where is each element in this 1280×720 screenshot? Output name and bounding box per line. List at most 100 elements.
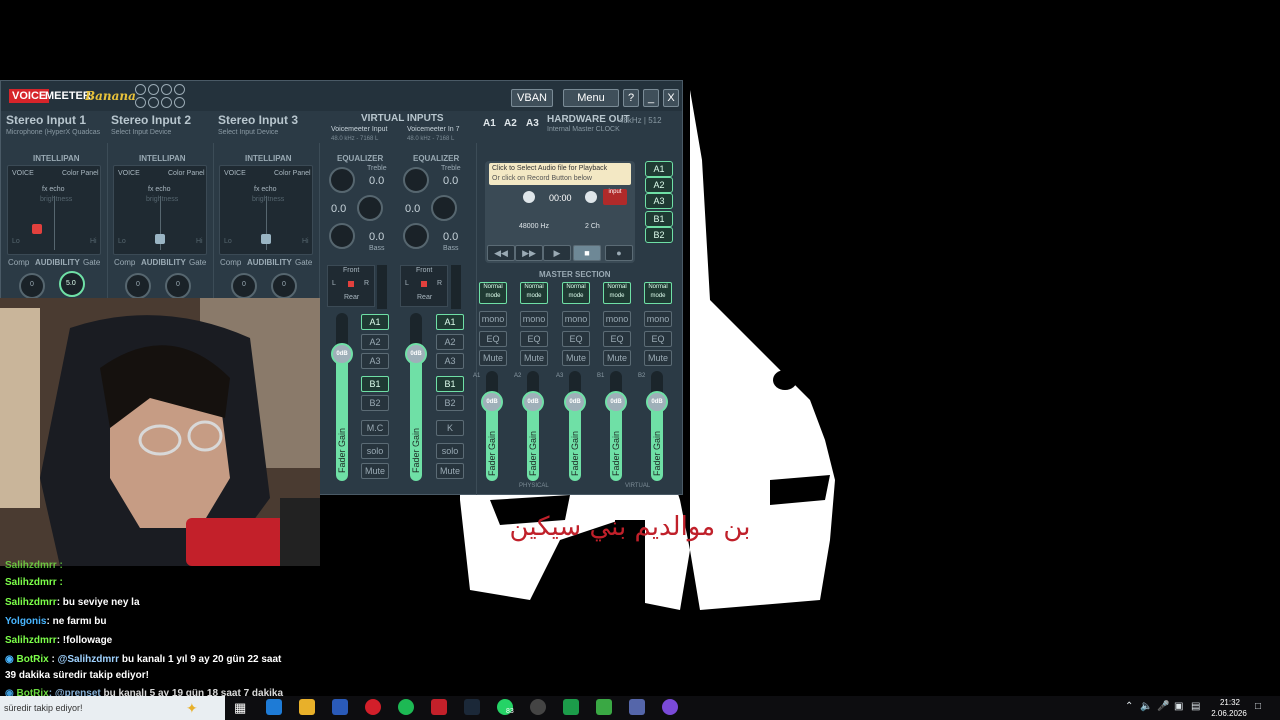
opera-icon[interactable] <box>365 699 381 715</box>
tape-input-button[interactable]: input <box>603 189 627 205</box>
strip-a2-button[interactable]: A2 <box>361 334 389 350</box>
comp-knob[interactable]: 0 <box>231 273 257 299</box>
clock-date[interactable]: 2.06.2026 <box>1206 709 1252 718</box>
spotify-icon[interactable] <box>398 699 414 715</box>
mute-button[interactable]: Mute <box>520 350 548 366</box>
solo-button[interactable]: solo <box>361 443 389 459</box>
pan-cursor[interactable] <box>155 234 165 244</box>
pan-cursor[interactable] <box>261 234 271 244</box>
input1-title[interactable]: Stereo Input 1 <box>6 113 86 127</box>
normal-mode-button[interactable]: Normal mode <box>479 282 507 304</box>
mid-knob[interactable] <box>431 195 457 221</box>
mute-button[interactable]: Mute <box>644 350 672 366</box>
audibility-knob[interactable]: 5.0 <box>59 271 85 297</box>
mute-button[interactable]: Mute <box>436 463 464 479</box>
fader-knob[interactable]: 0dB <box>331 343 353 365</box>
mute-button[interactable]: Mute <box>603 350 631 366</box>
close-button[interactable]: X <box>663 89 679 107</box>
mute-button[interactable]: Mute <box>361 463 389 479</box>
wifi-icon[interactable]: ▣ <box>1174 701 1183 712</box>
intellipan-pad[interactable]: VOICE Color Panel fx echo brightness Lo … <box>113 165 207 255</box>
fader-knob[interactable]: 0dB <box>646 391 668 413</box>
mute-button[interactable]: Mute <box>562 350 590 366</box>
store-icon[interactable] <box>332 699 348 715</box>
comp-knob[interactable]: 0 <box>19 273 45 299</box>
input2-device[interactable]: Select Input Device <box>111 129 171 136</box>
help-button[interactable]: ? <box>623 89 639 107</box>
pan-cursor[interactable] <box>32 224 42 234</box>
audibility-knob[interactable]: 0 <box>271 273 297 299</box>
strip-b2-button[interactable]: B2 <box>361 395 389 411</box>
menu-button[interactable]: Menu <box>563 89 619 107</box>
rewind-button[interactable]: ◀◀ <box>487 245 515 261</box>
intellipan-pad[interactable]: VOICE Color Panel fx echo brightness Lo … <box>219 165 313 255</box>
strip-a1-button[interactable]: A1 <box>436 314 464 330</box>
fader-knob[interactable]: 0dB <box>481 391 503 413</box>
steam-icon[interactable] <box>464 699 480 715</box>
comp-knob[interactable]: 0 <box>125 273 151 299</box>
normal-mode-button[interactable]: Normal mode <box>603 282 631 304</box>
mono-button[interactable]: mono <box>520 311 548 327</box>
voicemeeter-titlebar[interactable]: VOICE MEETER Banana VBAN Menu ? _ X <box>1 81 682 111</box>
eq-button[interactable]: EQ <box>603 331 631 347</box>
normal-mode-button[interactable]: Normal mode <box>520 282 548 304</box>
k-button[interactable]: K <box>436 420 464 436</box>
strip-a1-button[interactable]: A1 <box>361 314 389 330</box>
minimize-button[interactable]: _ <box>643 89 659 107</box>
tape-b2-button[interactable]: B2 <box>645 227 673 243</box>
tape-a1-button[interactable]: A1 <box>645 161 673 177</box>
task-view-icon[interactable]: ▦ <box>234 700 246 716</box>
bass-knob[interactable] <box>329 223 355 249</box>
clock-time[interactable]: 21:32 <box>1210 698 1250 707</box>
play-button[interactable]: ▶ <box>543 245 571 261</box>
input2-title[interactable]: Stereo Input 2 <box>111 113 191 127</box>
tape-b1-button[interactable]: B1 <box>645 211 673 227</box>
strip-b1-button[interactable]: B1 <box>436 376 464 392</box>
fader-knob[interactable]: 0dB <box>605 391 627 413</box>
hw-a1[interactable]: A1 <box>483 118 496 129</box>
app-icon[interactable] <box>629 699 645 715</box>
strip-b2-button[interactable]: B2 <box>436 395 464 411</box>
mono-button[interactable]: mono <box>644 311 672 327</box>
solo-button[interactable]: solo <box>436 443 464 459</box>
edge-icon[interactable] <box>266 699 282 715</box>
bass-knob[interactable] <box>403 223 429 249</box>
fader-knob[interactable]: 0dB <box>564 391 586 413</box>
mc-button[interactable]: M.C <box>361 420 389 436</box>
mic-icon[interactable]: 🎤 <box>1157 701 1169 712</box>
eq-button[interactable]: EQ <box>562 331 590 347</box>
eq-button[interactable]: EQ <box>479 331 507 347</box>
stop-button[interactable]: ■ <box>573 245 601 261</box>
taskbar-search-box[interactable]: süredir takip ediyor! ✦ <box>0 696 225 720</box>
tape-a2-button[interactable]: A2 <box>645 177 673 193</box>
eq-button[interactable]: EQ <box>520 331 548 347</box>
fader-knob[interactable]: 0dB <box>405 343 427 365</box>
file-explorer-icon[interactable] <box>299 699 315 715</box>
mute-button[interactable]: Mute <box>479 350 507 366</box>
tray-arrow-icon[interactable]: ⌃ <box>1125 701 1133 712</box>
eq-button[interactable]: EQ <box>644 331 672 347</box>
strip-a3-button[interactable]: A3 <box>436 353 464 369</box>
fader-knob[interactable]: 0dB <box>522 391 544 413</box>
voicemeeter-icon[interactable] <box>431 699 447 715</box>
hw-a2[interactable]: A2 <box>504 118 517 129</box>
treble-knob[interactable] <box>403 167 429 193</box>
normal-mode-button[interactable]: Normal mode <box>562 282 590 304</box>
fast-forward-button[interactable]: ▶▶ <box>515 245 543 261</box>
mono-button[interactable]: mono <box>479 311 507 327</box>
input3-title[interactable]: Stereo Input 3 <box>218 113 298 127</box>
strip-a2-button[interactable]: A2 <box>436 334 464 350</box>
vban-button[interactable]: VBAN <box>511 89 553 107</box>
record-button[interactable]: ● <box>605 245 633 261</box>
mono-button[interactable]: mono <box>562 311 590 327</box>
strip-b1-button[interactable]: B1 <box>361 376 389 392</box>
notification-icon[interactable]: □ <box>1255 701 1261 712</box>
virtual-pan-pad[interactable]: Front L R Rear <box>400 265 448 307</box>
minecraft-icon[interactable] <box>596 699 612 715</box>
strip-a3-button[interactable]: A3 <box>361 353 389 369</box>
intellipan-pad[interactable]: VOICE Color Panel fx echo brightness Lo … <box>7 165 101 255</box>
browser-icon[interactable] <box>530 699 546 715</box>
discord-icon[interactable] <box>662 699 678 715</box>
normal-mode-button[interactable]: Normal mode <box>644 282 672 304</box>
input3-device[interactable]: Select Input Device <box>218 129 278 136</box>
